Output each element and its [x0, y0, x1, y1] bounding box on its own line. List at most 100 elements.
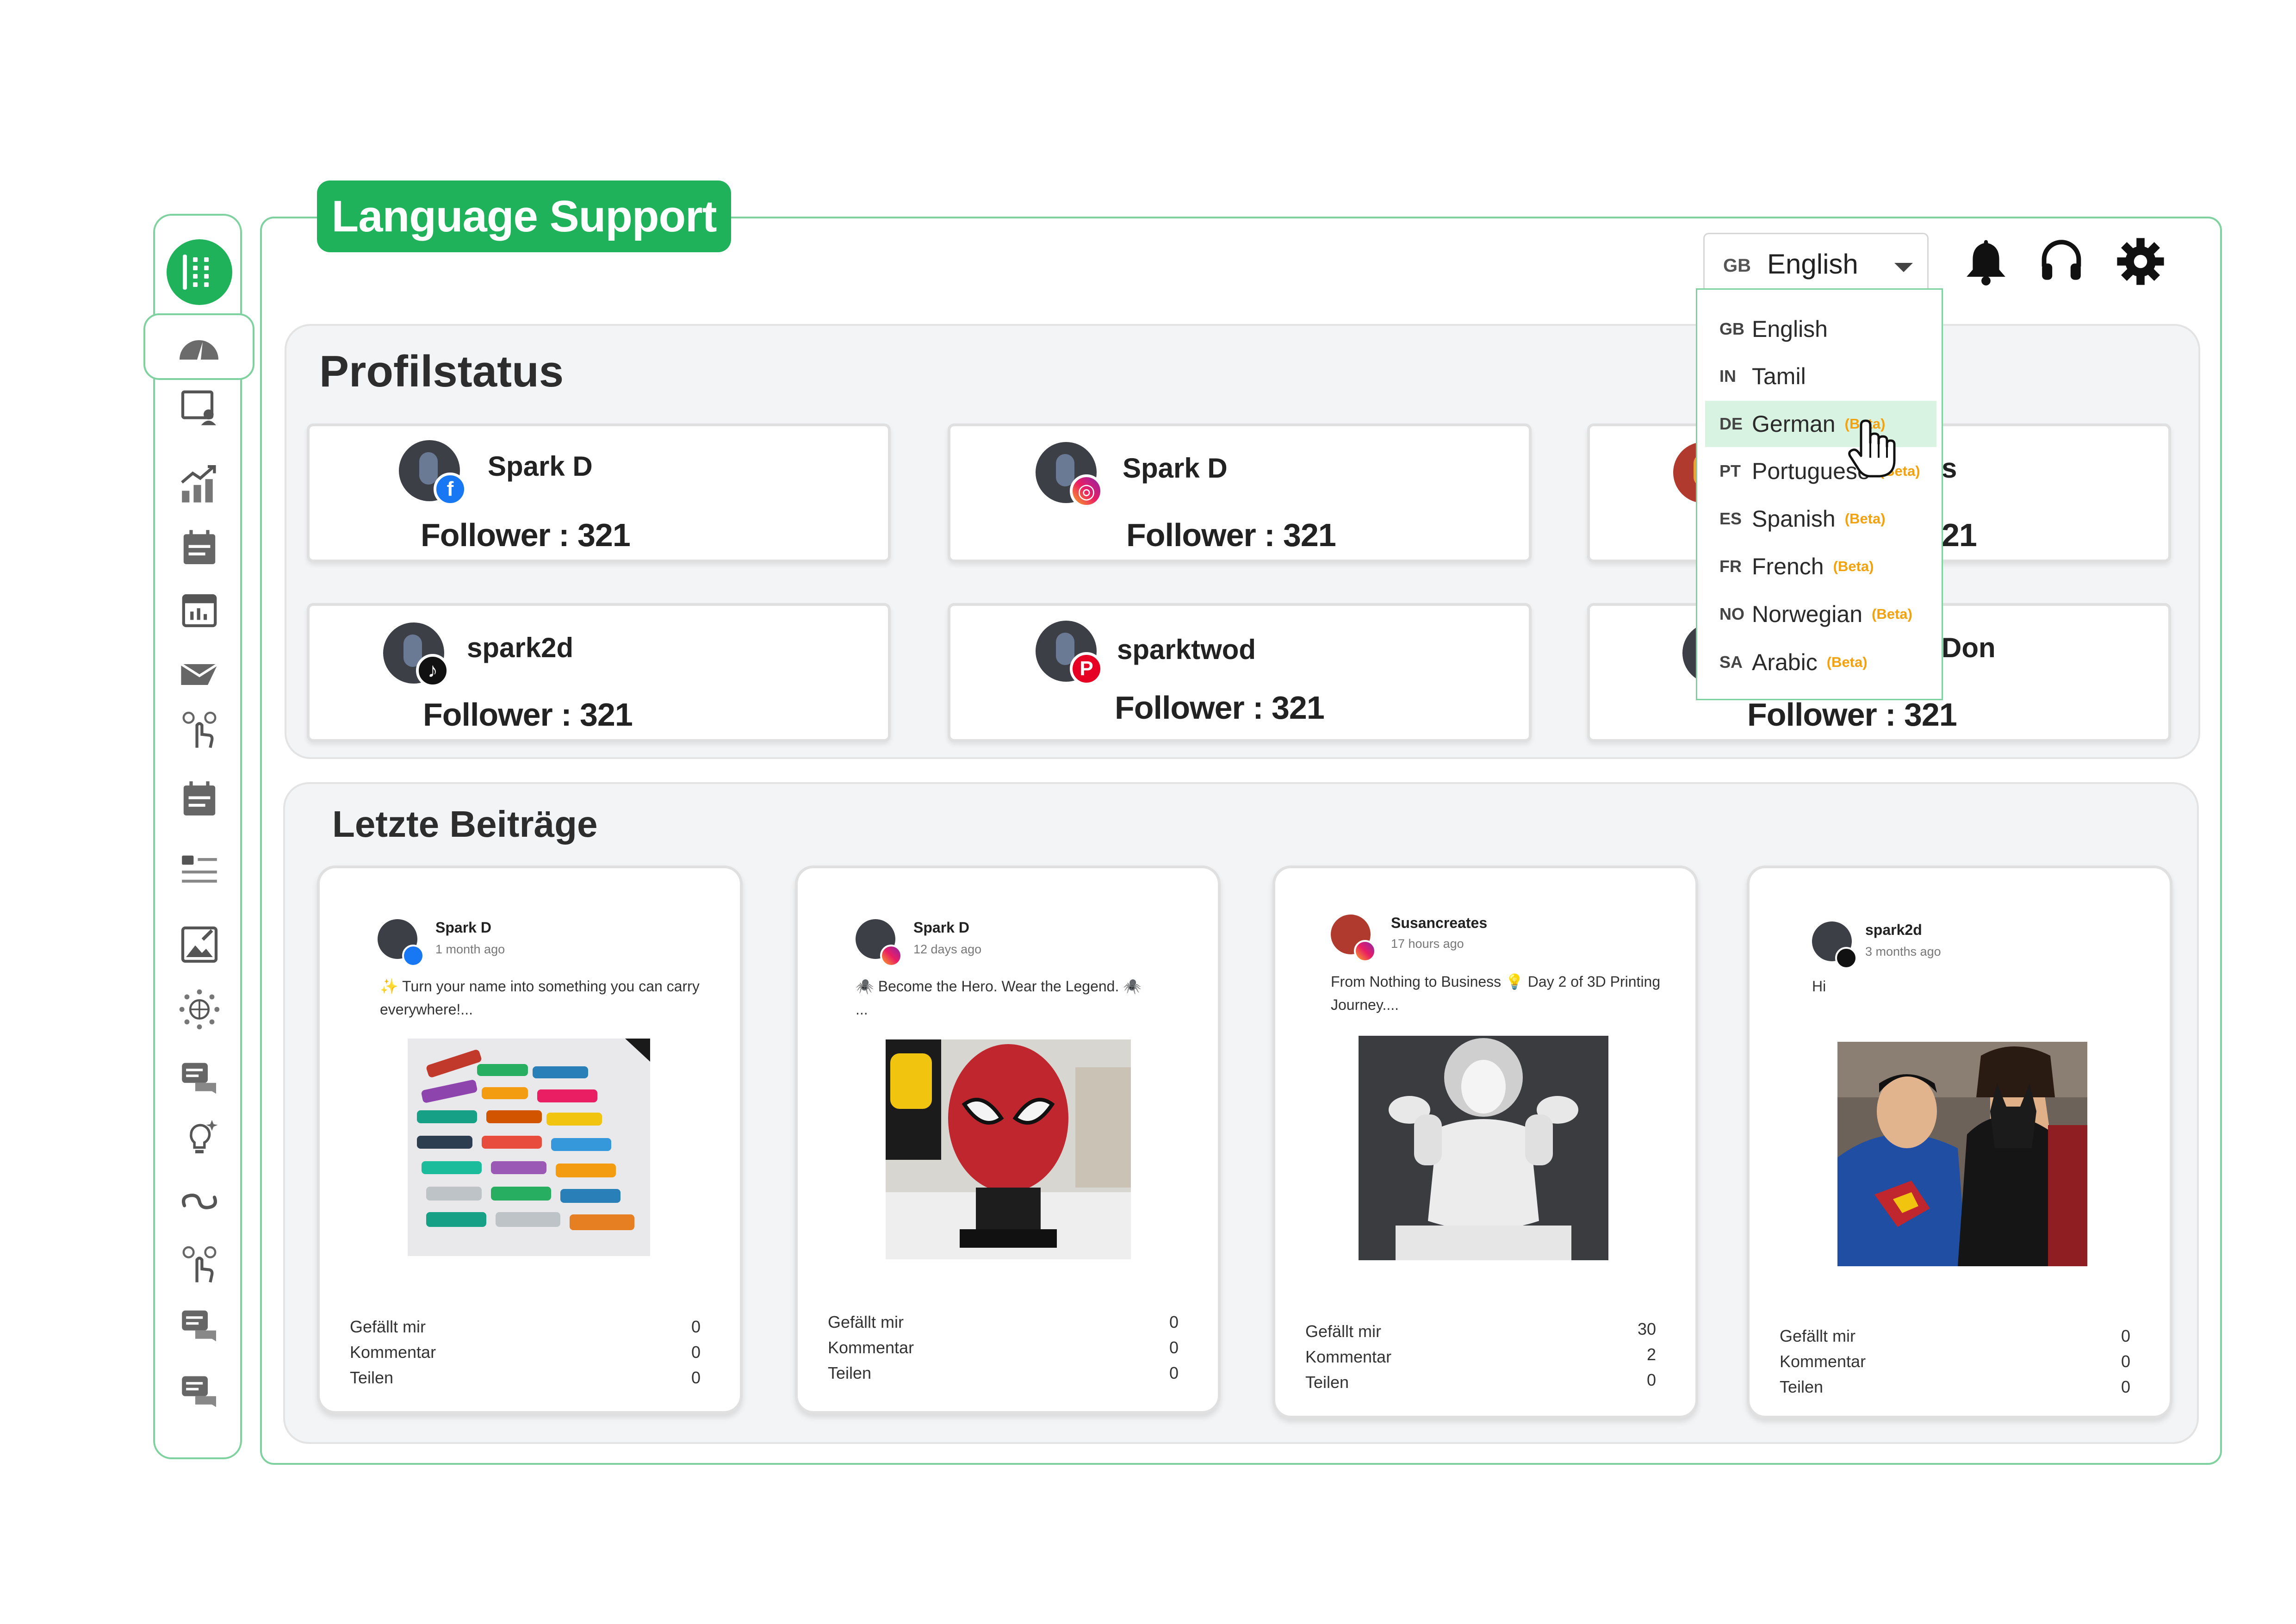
- shares-label: Teilen: [1305, 1373, 1349, 1392]
- network-globe-icon[interactable]: [176, 986, 223, 1033]
- language-option-english[interactable]: GB English: [1705, 306, 1936, 352]
- grid-menu-icon[interactable]: [167, 239, 232, 305]
- profile-name: spark2d: [467, 632, 574, 663]
- post-image-statue[interactable]: [1359, 1036, 1608, 1260]
- bell-icon[interactable]: [1958, 234, 2014, 289]
- profile-name: Spark D: [488, 451, 593, 482]
- post-time: 12 days ago: [913, 942, 982, 956]
- calendar-icon[interactable]: [176, 586, 223, 632]
- post-card[interactable]: Susancreates 17 hours ago From Nothing t…: [1272, 865, 1698, 1419]
- language-option-code: IN: [1719, 367, 1736, 386]
- language-option-norwegian[interactable]: NO Norwegian (Beta): [1705, 591, 1936, 637]
- post-author: Spark D: [913, 919, 969, 936]
- shares-label: Teilen: [828, 1363, 872, 1382]
- dashboard-gauge-icon[interactable]: [143, 313, 254, 380]
- post-image-spiderman-helmet[interactable]: [886, 1039, 1131, 1259]
- profile-board-icon[interactable]: [176, 385, 223, 431]
- headset-icon[interactable]: [2034, 234, 2089, 289]
- post-author: Susancreates: [1391, 915, 1488, 931]
- link-icon[interactable]: [176, 1178, 223, 1225]
- post-text: From Nothing to Business 💡 Day 2 of 3D P…: [1331, 973, 1661, 1013]
- profile-card[interactable]: P sparktwod Follower : 321: [948, 603, 1532, 742]
- list-icon[interactable]: [176, 847, 223, 894]
- post-time: 1 month ago: [435, 942, 505, 956]
- analytics-icon[interactable]: [176, 461, 223, 507]
- language-option-code: SA: [1719, 653, 1743, 672]
- touch-gesture-icon[interactable]: [176, 706, 223, 753]
- language-option-tamil[interactable]: IN Tamil: [1705, 353, 1936, 399]
- language-option-name: German: [1752, 411, 1836, 437]
- post-author: spark2d: [1865, 921, 1922, 938]
- beta-badge: (Beta): [1826, 654, 1868, 670]
- language-option-code: PT: [1719, 461, 1741, 480]
- comments-count: 0: [2121, 1352, 2130, 1371]
- shares-count: 0: [2121, 1377, 2130, 1396]
- beta-badge: (Beta): [1872, 606, 1912, 622]
- image-edit-icon[interactable]: [176, 921, 223, 968]
- language-code: GB: [1723, 255, 1751, 276]
- post-image-superheroes[interactable]: [1837, 1042, 2087, 1266]
- instagram-icon: [880, 945, 902, 967]
- schedule-icon[interactable]: [176, 776, 223, 822]
- language-option-code: ES: [1719, 509, 1742, 528]
- profile-card[interactable]: ♪ spark2d Follower : 321: [307, 603, 891, 742]
- chat-icon-3[interactable]: [176, 1368, 223, 1414]
- facebook-icon: f: [434, 473, 467, 506]
- comments-label: Kommentar: [1780, 1352, 1866, 1371]
- recent-posts-title: Letzte Beiträge: [332, 803, 598, 845]
- beta-badge: (Beta): [1844, 510, 1886, 527]
- language-option-german[interactable]: DE German (Beta): [1705, 401, 1936, 447]
- post-time: 17 hours ago: [1391, 937, 1464, 951]
- post-card[interactable]: Spark D 12 days ago 🕷️ Become the Hero. …: [795, 865, 1221, 1414]
- calendar-list-icon[interactable]: [176, 524, 223, 571]
- post-card[interactable]: spark2d 3 months ago Hi Gefällt mir 0 Ko…: [1747, 865, 2172, 1419]
- likes-label: Gefällt mir: [1305, 1322, 1382, 1341]
- follower-count: Follower : 321: [1115, 690, 1325, 726]
- follower-count: 21: [1942, 517, 1977, 553]
- post-image-keychains[interactable]: [408, 1039, 650, 1256]
- language-option-name: Spanish: [1752, 506, 1836, 532]
- follower-count: Follower : 321: [1747, 697, 1957, 733]
- likes-count: 0: [2121, 1326, 2130, 1345]
- language-option-arabic[interactable]: SA Arabic (Beta): [1705, 639, 1936, 685]
- shares-count: 0: [1646, 1370, 1656, 1389]
- likes-label: Gefällt mir: [1780, 1326, 1856, 1345]
- profile-name: Spark D: [1123, 453, 1228, 484]
- gear-icon[interactable]: [2113, 234, 2168, 289]
- post-text: ✨ Turn your name into something you can …: [380, 978, 700, 1018]
- likes-count: 0: [1169, 1313, 1179, 1332]
- post-card[interactable]: Spark D 1 month ago ✨ Turn your name int…: [317, 865, 743, 1414]
- comments-count: 2: [1646, 1345, 1656, 1364]
- comments-label: Kommentar: [828, 1338, 914, 1357]
- likes-label: Gefällt mir: [350, 1317, 426, 1336]
- tiktok-icon: ♪: [416, 654, 449, 687]
- facebook-icon: [402, 945, 424, 967]
- comments-count: 0: [1169, 1338, 1179, 1357]
- send-message-icon[interactable]: [176, 649, 223, 696]
- chat-icon-2[interactable]: [176, 1302, 223, 1349]
- shares-count: 0: [691, 1368, 701, 1387]
- touch-gesture-icon-2[interactable]: [176, 1241, 223, 1287]
- language-option-code: NO: [1719, 604, 1744, 623]
- follower-count: Follower : 321: [421, 517, 631, 553]
- profile-card[interactable]: f Spark D Follower : 321: [307, 423, 891, 562]
- chat-icon[interactable]: [176, 1055, 223, 1101]
- language-option-portuguese[interactable]: PT Portuguese (Beta): [1705, 448, 1936, 494]
- language-dropdown: GB English IN Tamil DE German (Beta) PT …: [1696, 288, 1943, 700]
- idea-bulb-icon[interactable]: [176, 1114, 223, 1160]
- likes-count: 30: [1637, 1319, 1656, 1338]
- chevron-down-icon: [1894, 263, 1913, 272]
- instagram-icon: ◎: [1070, 474, 1103, 508]
- beta-badge: (Beta): [1833, 558, 1874, 574]
- profile-name: s: [1942, 453, 1957, 484]
- language-option-code: DE: [1719, 414, 1743, 433]
- language-option-code: FR: [1719, 557, 1742, 576]
- tiktok-icon: [1835, 947, 1857, 969]
- profile-name: Don: [1942, 632, 1996, 663]
- language-select[interactable]: GB English: [1703, 233, 1929, 293]
- language-option-spanish[interactable]: ES Spanish (Beta): [1705, 496, 1936, 542]
- language-option-french[interactable]: FR French (Beta): [1705, 543, 1936, 590]
- post-text: 🕷️ Become the Hero. Wear the Legend. 🕷️ …: [856, 978, 1142, 1018]
- profile-card[interactable]: ◎ Spark D Follower : 321: [948, 423, 1532, 562]
- instagram-icon: [1354, 940, 1376, 962]
